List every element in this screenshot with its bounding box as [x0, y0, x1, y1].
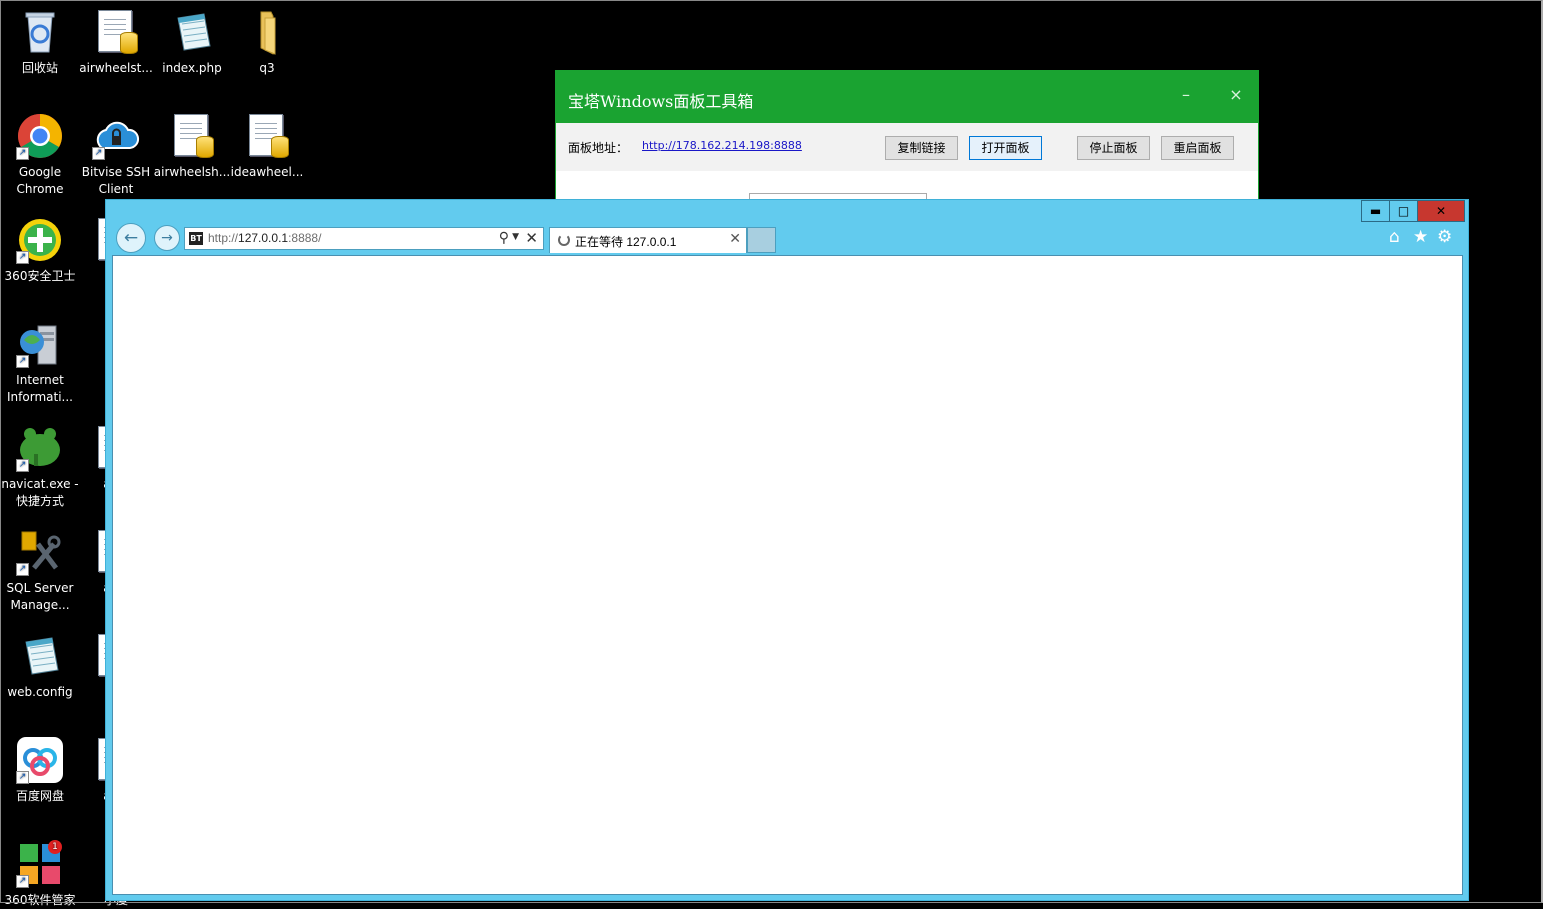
bt-close-button[interactable]: ×	[1224, 85, 1248, 104]
stop-panel-button[interactable]: 停止面板	[1077, 136, 1150, 160]
360-software-icon: 1 ↗	[16, 840, 64, 888]
new-tab-button[interactable]	[747, 227, 776, 253]
ie-minimize-button[interactable]: ▬	[1361, 200, 1390, 222]
tab-close-icon[interactable]: ✕	[729, 231, 741, 247]
recycle-bin-icon	[16, 8, 64, 56]
desktop-icon-q3[interactable]: q3	[228, 0, 306, 77]
navicat-icon: ↗	[16, 424, 64, 472]
bt-favicon-icon: BT	[189, 232, 203, 245]
page-content-area[interactable]	[112, 255, 1463, 895]
desktop-icon-airwheelst[interactable]: airwheelst...	[77, 0, 155, 77]
chevron-down-icon[interactable]: ▼	[512, 232, 519, 242]
baidu-netdisk-icon: ↗	[16, 736, 64, 784]
forward-arrow-icon: →	[161, 230, 173, 246]
document-db-icon	[92, 8, 140, 56]
folder-icon	[243, 8, 291, 56]
home-icon[interactable]: ⌂	[1389, 227, 1400, 247]
favorites-star-icon[interactable]: ★	[1413, 227, 1428, 247]
address-url[interactable]: http://127.0.0.1:8888/	[208, 231, 321, 245]
tab-loading[interactable]: 正在等待 127.0.0.1 ✕	[549, 227, 747, 253]
notepad-file-icon	[16, 632, 64, 680]
notification-badge: 1	[48, 840, 62, 854]
ie-close-button[interactable]: ✕	[1417, 200, 1465, 222]
document-db-icon	[243, 112, 291, 160]
search-icon[interactable]: ⚲	[499, 230, 509, 246]
tab-title: 正在等待 127.0.0.1	[575, 235, 677, 249]
shortcut-arrow-icon: ↗	[16, 251, 29, 264]
bt-toolbar: 面板地址： http://178.162.214.198:8888 复制链接 打…	[556, 123, 1258, 171]
bitvise-icon: ↗	[92, 112, 140, 160]
back-arrow-icon: ←	[123, 228, 139, 248]
desktop-icon-ideawheel[interactable]: ideawheel...	[228, 104, 306, 181]
panel-address-link[interactable]: http://178.162.214.198:8888	[642, 139, 802, 152]
bt-minimize-button[interactable]: –	[1174, 85, 1198, 104]
copy-link-button[interactable]: 复制链接	[885, 136, 958, 160]
chrome-icon: ↗	[16, 112, 64, 160]
ie-window-controls: ▬ □ ✕	[1361, 200, 1465, 222]
settings-gear-icon[interactable]: ⚙	[1437, 227, 1452, 247]
url-host: 127.0.0.1	[238, 231, 289, 245]
desktop-icon-baidu-netdisk[interactable]: ↗ 百度网盘	[1, 728, 79, 805]
iis-icon: ↗	[16, 320, 64, 368]
open-panel-button[interactable]: 打开面板	[969, 136, 1042, 160]
shortcut-arrow-icon: ↗	[16, 355, 29, 368]
panel-address-label: 面板地址：	[568, 141, 629, 155]
shortcut-arrow-icon: ↗	[92, 147, 105, 160]
loading-spinner-icon	[558, 234, 570, 246]
desktop-icon-index-php[interactable]: index.php	[153, 0, 231, 77]
bt-window-title: 宝塔Windows面板工具箱	[568, 92, 754, 111]
document-db-icon	[168, 112, 216, 160]
desktop-icon-google-chrome[interactable]: ↗ Google Chrome	[1, 104, 79, 198]
desktop-icon-360-safe[interactable]: ↗ 360安全卫士	[1, 208, 79, 285]
ie-maximize-button[interactable]: □	[1389, 200, 1418, 222]
shortcut-arrow-icon: ↗	[16, 875, 29, 888]
stop-loading-icon[interactable]: ✕	[525, 229, 538, 247]
url-port-path: :8888/	[288, 231, 322, 245]
url-scheme: http://	[208, 231, 239, 245]
shortcut-arrow-icon: ↗	[16, 771, 29, 784]
notepad-file-icon	[168, 8, 216, 56]
desktop-icon-navicat[interactable]: ↗ navicat.exe - 快捷方式	[1, 416, 79, 510]
desktop-icon-bitvise[interactable]: ↗ Bitvise SSH Client	[77, 104, 155, 198]
sql-server-icon: ↗	[16, 528, 64, 576]
desktop-icon-airwheelsh[interactable]: airwheelsh...	[153, 104, 231, 181]
restart-panel-button[interactable]: 重启面板	[1161, 136, 1234, 160]
desktop-icon-web-config[interactable]: web.config	[1, 624, 79, 701]
desktop-icon-iis[interactable]: ↗ Internet Informati...	[1, 312, 79, 406]
bt-titlebar[interactable]: 宝塔Windows面板工具箱 – ×	[556, 71, 1258, 123]
desktop-icon-recycle-bin[interactable]: 回收站	[1, 0, 79, 77]
360-safe-icon: ↗	[16, 216, 64, 264]
back-button[interactable]: ←	[116, 223, 146, 253]
shortcut-arrow-icon: ↗	[16, 459, 29, 472]
shortcut-arrow-icon: ↗	[16, 563, 29, 576]
address-bar[interactable]: BT http://127.0.0.1:8888/ ⚲ ▼ ✕	[184, 227, 544, 250]
shortcut-arrow-icon: ↗	[16, 147, 29, 160]
desktop-icon-sql-server[interactable]: ↗ SQL Server Manage...	[1, 520, 79, 614]
desktop-icon-360-software[interactable]: 1 ↗ 360软件管家	[1, 832, 79, 909]
forward-button[interactable]: →	[154, 225, 180, 251]
ie-browser-window: ▬ □ ✕ ← → BT http://127.0.0.1:8888/ ⚲ ▼ …	[105, 199, 1469, 901]
